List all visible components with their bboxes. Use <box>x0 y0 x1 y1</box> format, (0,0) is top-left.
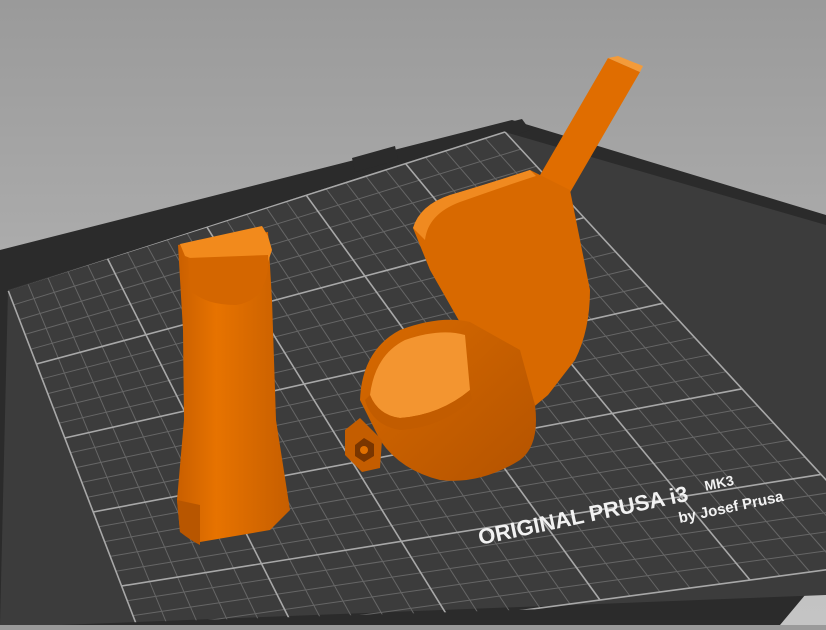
scene-canvas[interactable]: ORIGINAL PRUSA i3 MK3 by Josef Prusa <box>0 0 826 625</box>
3d-viewport[interactable]: ORIGINAL PRUSA i3 MK3 by Josef Prusa <box>0 0 826 625</box>
